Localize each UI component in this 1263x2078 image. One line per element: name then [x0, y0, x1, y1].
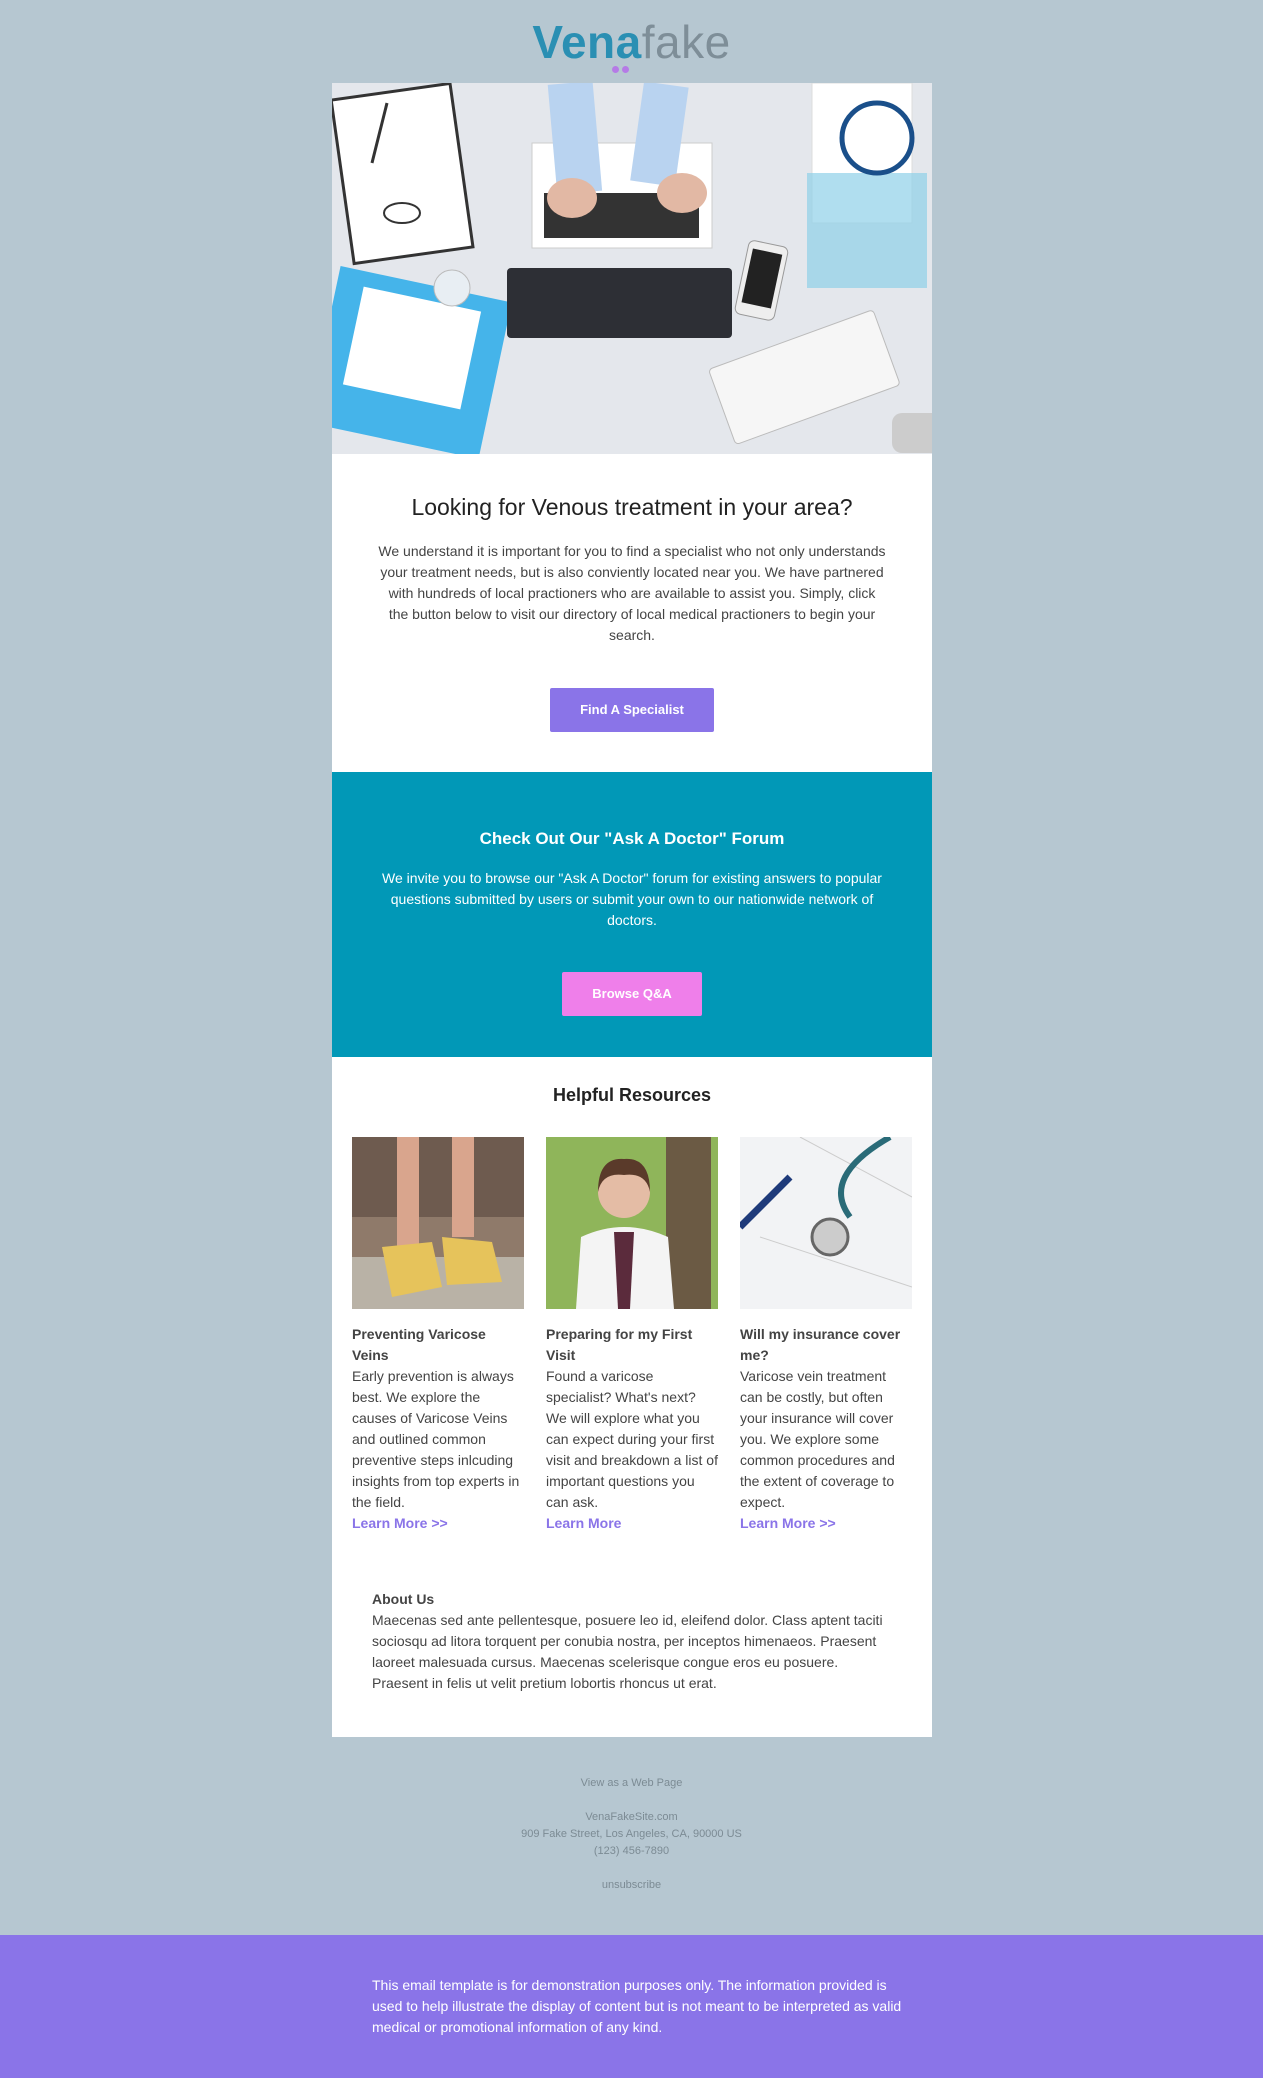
resource-card: Preventing Varicose Veins Early preventi…	[352, 1137, 524, 1534]
resources-heading: Helpful Resources	[552, 1085, 712, 1105]
brand-logo[interactable]: Vena fake	[0, 14, 1263, 73]
unsubscribe-link[interactable]: unsubscribe	[0, 1877, 1263, 1894]
resource-title: Will my insurance cover me?	[740, 1326, 901, 1363]
view-web-link[interactable]: View as a Web Page	[0, 1775, 1263, 1792]
forum-heading: Check Out Our "Ask A Doctor" Forum	[479, 829, 785, 848]
footer-site: VenaFakeSite.com	[585, 1811, 678, 1823]
about-body: Maecenas sed ante pellentesque, posuere …	[372, 1612, 883, 1691]
hero-illustration	[332, 83, 932, 454]
resource-title: Preparing for my First Visit	[546, 1326, 693, 1363]
stethoscope-image[interactable]	[740, 1137, 912, 1309]
logo-part-1: Vena	[532, 16, 642, 68]
female-doctor-image[interactable]	[546, 1137, 718, 1309]
learn-more-link[interactable]: Learn More >>	[740, 1513, 912, 1534]
resources-section: Helpful Resources Preventing Varicose Ve…	[332, 1057, 932, 1737]
forum-section: Check Out Our "Ask A Doctor" Forum We in…	[332, 772, 932, 1057]
intro-body: We understand it is important for you to…	[378, 543, 886, 643]
resource-desc: Early prevention is always best. We expl…	[352, 1368, 520, 1510]
resource-card: Preparing for my First Visit Found a var…	[546, 1137, 718, 1534]
view-web-link-text[interactable]: View as a Web Page	[581, 1777, 683, 1789]
about-us: About Us Maecenas sed ante pellentesque,…	[372, 1589, 892, 1694]
intro-section: Looking for Venous treatment in your are…	[332, 454, 932, 772]
legs-sandals-image[interactable]	[352, 1137, 524, 1309]
disclaimer-text: This email template is for demonstration…	[372, 1977, 902, 2035]
find-specialist-button[interactable]: Find A Specialist	[550, 688, 714, 732]
disclaimer-banner: This email template is for demonstration…	[0, 1935, 1263, 2078]
forum-body: We invite you to browse our "Ask A Docto…	[382, 870, 882, 928]
about-title: About Us	[372, 1591, 435, 1607]
logo-part-2: fake	[641, 16, 731, 68]
resource-title: Preventing Varicose Veins	[352, 1326, 486, 1363]
learn-more-link[interactable]: Learn More >>	[352, 1513, 524, 1534]
resource-desc: Found a varicose specialist? What's next…	[546, 1368, 718, 1510]
learn-more-link[interactable]: Learn More	[546, 1513, 718, 1534]
footer-address: 909 Fake Street, Los Angeles, CA, 90000 …	[521, 1828, 742, 1840]
hero-image	[332, 83, 932, 454]
resource-desc: Varicose vein treatment can be costly, b…	[740, 1368, 895, 1510]
resource-card: Will my insurance cover me? Varicose vei…	[740, 1137, 912, 1534]
browse-qa-button[interactable]: Browse Q&A	[562, 972, 702, 1016]
footer-phone: (123) 456-7890	[593, 1845, 670, 1857]
unsubscribe-link-text[interactable]: unsubscribe	[602, 1879, 661, 1891]
intro-heading: Looking for Venous treatment in your are…	[411, 494, 853, 520]
